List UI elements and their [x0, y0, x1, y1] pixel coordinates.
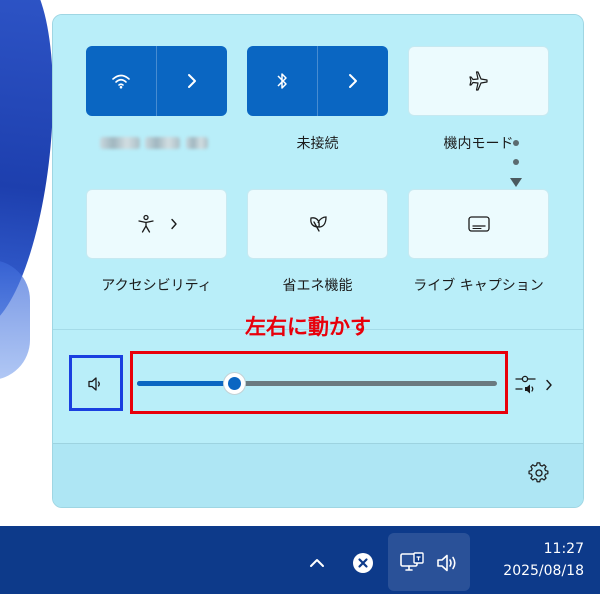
- show-hidden-icons-button[interactable]: [304, 550, 330, 576]
- gear-icon: [528, 462, 549, 483]
- chevron-right-icon: [546, 379, 552, 391]
- clock-time: 11:27: [543, 541, 584, 557]
- page-dot[interactable]: [513, 159, 519, 165]
- chevron-right-icon: [349, 74, 357, 88]
- wifi-network-name-blurred: [145, 137, 180, 149]
- quick-settings-footer: [53, 443, 583, 507]
- annotation-highlight-slider: [130, 351, 508, 414]
- wifi-network-name-blurred: [100, 137, 140, 149]
- captions-icon: [467, 216, 490, 232]
- accessibility-icon: [137, 214, 154, 233]
- bluetooth-expand-button[interactable]: [318, 46, 388, 116]
- annotation-highlight-speaker: [69, 355, 123, 411]
- accessibility-tile[interactable]: [86, 189, 227, 259]
- bluetooth-icon: [277, 73, 287, 89]
- settings-button[interactable]: [524, 458, 554, 488]
- page-indicator: [508, 140, 524, 187]
- close-circle-icon: [353, 553, 373, 573]
- speaker-icon: [437, 554, 456, 572]
- audio-output-button[interactable]: [509, 370, 557, 400]
- airplane-mode-tile[interactable]: [408, 46, 549, 116]
- network-icon: [400, 552, 424, 571]
- energy-saver-tile[interactable]: [247, 189, 388, 259]
- wifi-expand-button[interactable]: [157, 46, 227, 116]
- leaf-icon: [309, 216, 327, 232]
- bluetooth-label: 未接続: [296, 136, 339, 152]
- bluetooth-tile: [247, 46, 388, 116]
- live-captions-tile[interactable]: [408, 189, 549, 259]
- next-page-arrow-icon[interactable]: [510, 178, 522, 187]
- annotation-text: 左右に動かす: [245, 315, 371, 339]
- wifi-tile: [86, 46, 227, 116]
- audio-output-icon: [515, 375, 536, 394]
- accessibility-label: アクセシビリティ: [101, 278, 212, 294]
- chevron-right-icon: [188, 74, 196, 88]
- energy-saver-label: 省エネ機能: [282, 278, 353, 294]
- wallpaper-swirl-tail: [0, 260, 30, 380]
- chevron-right-icon: [170, 218, 177, 230]
- tray-app-button[interactable]: [350, 550, 376, 576]
- chevron-up-icon: [310, 559, 324, 567]
- live-captions-label: ライブ キャプション: [413, 278, 544, 294]
- bluetooth-toggle[interactable]: [247, 46, 317, 116]
- wifi-network-name-blurred: [186, 137, 208, 149]
- wifi-toggle[interactable]: [86, 46, 156, 116]
- page-dot[interactable]: [513, 140, 519, 146]
- taskbar-clock[interactable]: 11:27 2025/08/18: [476, 538, 584, 582]
- wifi-icon: [112, 74, 130, 89]
- airplane-icon: [468, 71, 488, 91]
- volume-tray-icon-wrap: [433, 549, 461, 577]
- network-tray-icon-wrap: [397, 549, 427, 577]
- airplane-mode-label: 機内モード: [443, 136, 514, 152]
- clock-date: 2025/08/18: [503, 563, 584, 579]
